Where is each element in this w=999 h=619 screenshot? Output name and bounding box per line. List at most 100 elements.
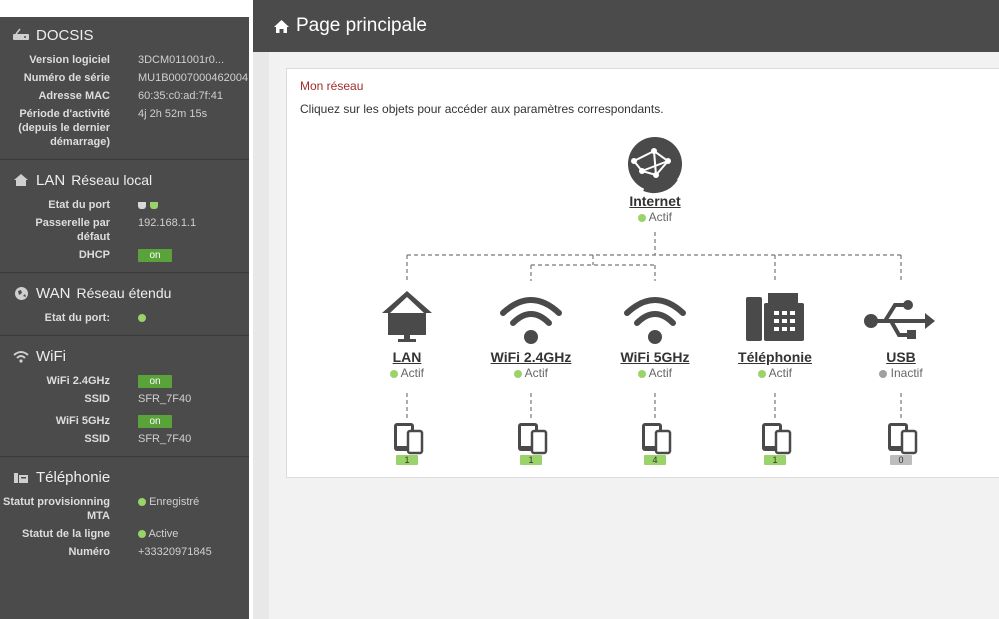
- wifi24-node-status: Actif: [471, 366, 591, 380]
- status-dot: [513, 369, 522, 378]
- lan-node-status-text: Actif: [400, 366, 424, 380]
- wifi5-node-status-text: Actif: [648, 366, 672, 380]
- devices-icon: [642, 423, 672, 455]
- usb-node-label: USB: [886, 349, 916, 365]
- wan-subtitle: Réseau étendu: [76, 285, 172, 301]
- wifi-row-ssid2: SSID SFR_7F40: [0, 432, 249, 446]
- content-area: Mon réseau Cliquez sur les objets pour a…: [269, 52, 999, 619]
- line-value: Active: [148, 528, 179, 540]
- wifi24-node-status-text: Actif: [524, 366, 548, 380]
- ssid-label: SSID: [84, 393, 110, 405]
- telephonie-section: Téléphonie Statut provisionning MTA Enre…: [0, 457, 249, 569]
- port-icon: [138, 201, 146, 209]
- lan-subtitle: Réseau local: [71, 172, 153, 188]
- wifi24-label: WiFi 2.4GHz: [46, 375, 110, 387]
- docsis-row-uptime: Période d'activité (depuis le dernier dé…: [0, 107, 249, 149]
- mac-label: Adresse MAC: [38, 90, 110, 102]
- docsis-row-serial: Numéro de série MU1B0007000462004: [0, 71, 249, 85]
- wifi5-node-status: Actif: [595, 366, 715, 380]
- telephonie-header[interactable]: Téléphonie: [0, 463, 249, 491]
- usb-node-status: Inactif: [841, 366, 961, 380]
- line-value-wrap: Active: [138, 527, 178, 541]
- telephonie-node-status: Actif: [715, 366, 835, 380]
- network-connectors: [406, 232, 902, 419]
- panel-description: Cliquez sur les objets pour accéder aux …: [300, 102, 664, 116]
- number-value: +33320971845: [138, 546, 212, 558]
- dhcp-label: DHCP: [78, 249, 110, 261]
- lan-port-status: [138, 198, 162, 212]
- globe-icon: [12, 285, 30, 301]
- lan-section: LAN Réseau local Etat du port Passerelle…: [0, 160, 249, 273]
- serial-label: Numéro de série: [23, 72, 110, 84]
- tel-row-line: Statut de la ligne Active: [0, 527, 249, 541]
- status-dot: [637, 369, 646, 378]
- lan-title: LAN: [36, 171, 66, 189]
- status-dot: [757, 369, 766, 378]
- mac-value: 60:35:c0:ad:7f:41: [138, 90, 224, 102]
- wan-section: WAN Réseau étendu Etat du port:: [0, 273, 249, 336]
- wifi24-devices[interactable]: 1: [516, 421, 548, 467]
- wifi24-node[interactable]: WiFi 2.4GHz Actif: [471, 289, 591, 384]
- lan-port-label: Etat du port: [48, 199, 110, 211]
- wifi24-badge: on: [138, 375, 172, 388]
- devices-icon: [518, 423, 548, 455]
- phone-icon: [746, 293, 804, 341]
- wifi24-node-label: WiFi 2.4GHz: [490, 349, 572, 365]
- docsis-header[interactable]: DOCSIS: [0, 21, 249, 49]
- docsis-title: DOCSIS: [36, 26, 94, 44]
- wifi-title: WiFi: [36, 347, 66, 365]
- gateway-label: Passerelle par défaut: [35, 217, 110, 243]
- telephonie-node[interactable]: Téléphonie Actif: [715, 289, 835, 384]
- wifi5-devices[interactable]: 4: [640, 421, 672, 467]
- tel-row-number: Numéro +33320971845: [0, 545, 249, 559]
- status-dot: [138, 314, 146, 323]
- ssid-label: SSID: [84, 433, 110, 445]
- wan-title: WAN: [36, 284, 71, 302]
- dhcp-badge: on: [138, 249, 172, 262]
- usb-devices[interactable]: 0: [886, 421, 918, 467]
- wifi5-node-label: WiFi 5GHz: [620, 349, 690, 365]
- wifi-row-ssid1: SSID SFR_7F40: [0, 392, 249, 406]
- wifi-icon: [500, 297, 562, 344]
- wifi-row-5: WiFi 5GHz on: [0, 414, 249, 428]
- device-count-badge: 1: [396, 455, 418, 465]
- lan-devices[interactable]: 1: [392, 421, 424, 467]
- globe-icon: [628, 137, 682, 193]
- telephonie-devices[interactable]: 1: [760, 421, 792, 467]
- usb-node-status-text: Inactif: [890, 366, 923, 380]
- lan-header[interactable]: LAN Réseau local: [0, 166, 249, 194]
- main-area: Page principale Mon réseau Cliquez sur l…: [253, 0, 999, 619]
- usb-icon: [864, 300, 935, 339]
- phone-icon: [12, 469, 30, 485]
- telephonie-node-label: Téléphonie: [738, 349, 812, 365]
- device-count-badge: 1: [764, 455, 786, 465]
- network-panel: Mon réseau Cliquez sur les objets pour a…: [286, 68, 999, 478]
- lan-row-port: Etat du port: [0, 198, 249, 212]
- internet-node[interactable]: Internet Actif: [595, 133, 715, 225]
- usb-node[interactable]: USB Inactif: [841, 289, 961, 384]
- wifi24-value-wrap: on: [138, 374, 172, 388]
- device-count-badge: 0: [890, 455, 912, 465]
- sidebar: DOCSIS Version logiciel 3DCM011001r0... …: [0, 17, 249, 619]
- telephonie-title: Téléphonie: [36, 468, 111, 486]
- device-count-badge: 4: [644, 455, 666, 465]
- status-dot: [138, 498, 146, 507]
- number-label: Numéro: [68, 546, 110, 558]
- house-icon: [382, 291, 432, 342]
- ssid-value: SFR_7F40: [138, 393, 192, 405]
- docsis-row-version: Version logiciel 3DCM011001r0...: [0, 53, 249, 67]
- wifi5-badge: on: [138, 415, 172, 428]
- home-icon: [273, 19, 290, 34]
- telephonie-node-status-text: Actif: [768, 366, 792, 380]
- docsis-section: DOCSIS Version logiciel 3DCM011001r0... …: [0, 17, 249, 160]
- wifi-header[interactable]: WiFi: [0, 342, 249, 370]
- lan-node-status: Actif: [347, 366, 467, 380]
- wan-row-port: Etat du port:: [0, 311, 249, 325]
- version-value: 3DCM011001r0...: [138, 54, 225, 66]
- serial-value: MU1B0007000462004: [138, 72, 249, 84]
- uptime-value: 4j 2h 52m 15s: [138, 108, 208, 120]
- tel-row-provisioning: Statut provisionning MTA Enregistré: [0, 495, 249, 523]
- wifi5-node[interactable]: WiFi 5GHz Actif: [595, 289, 715, 384]
- lan-node[interactable]: LAN Actif: [347, 289, 467, 384]
- wan-header[interactable]: WAN Réseau étendu: [0, 279, 249, 307]
